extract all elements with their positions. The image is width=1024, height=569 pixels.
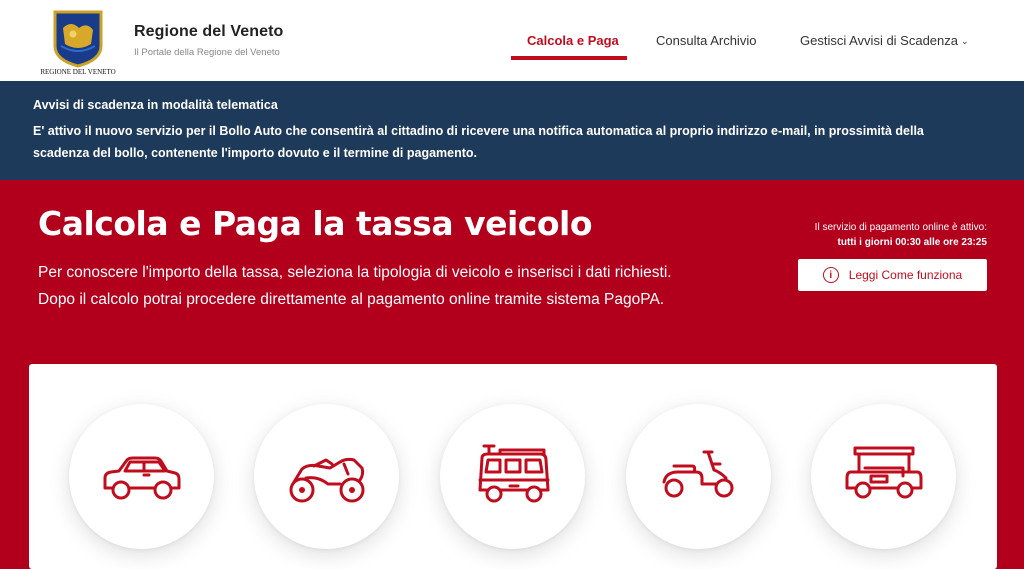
- service-hours: tutti i giorni 00:30 alle ore 23:25: [837, 237, 988, 248]
- hero-description-line: Dopo il calcolo potrai procedere diretta…: [38, 291, 665, 308]
- notice-text: E' attivo il nuovo servizio per il Bollo…: [33, 124, 924, 160]
- scooter-icon: [662, 450, 733, 497]
- how-it-works-button[interactable]: i Leggi Come funziona: [798, 259, 987, 291]
- vehicle-option-motorcycle[interactable]: [254, 404, 399, 549]
- motorcycle-icon: [289, 457, 364, 502]
- site-subtitle: Il Portale della Regione del Veneto: [134, 47, 280, 58]
- hero-description-line: Per conoscere l'importo della tassa, sel…: [38, 264, 672, 281]
- page-title: Calcola e Paga la tassa veicolo: [38, 204, 593, 243]
- chevron-down-icon: ⌄: [961, 36, 969, 46]
- vehicle-option-car[interactable]: [69, 404, 214, 549]
- nav-calcola-e-paga-label: Calcola e Paga: [527, 33, 619, 48]
- service-status-label: Il servizio di pagamento online è attivo…: [814, 222, 987, 233]
- vehicle-option-scooter[interactable]: [626, 404, 771, 549]
- nav-consulta-archivio[interactable]: Consulta Archivio: [656, 33, 756, 48]
- info-icon: i: [822, 267, 839, 283]
- site-title[interactable]: Regione del Veneto: [134, 23, 283, 41]
- nav-calcola-e-paga[interactable]: Calcola e Paga: [527, 33, 619, 48]
- site-header: REGIONE DEL VENETO Regione del Veneto Il…: [0, 0, 1024, 81]
- notice-title: Avvisi di scadenza in modalità telematic…: [33, 98, 278, 112]
- nav-consulta-archivio-label: Consulta Archivio: [656, 33, 757, 48]
- vehicle-type-panel: [29, 364, 997, 569]
- camper-van-icon: [478, 444, 549, 502]
- how-it-works-label: Leggi Come funziona: [848, 268, 963, 282]
- svg-text:REGIONE DEL VENETO: REGIONE DEL VENETO: [40, 68, 115, 76]
- nav-gestisci-avvisi-label: Gestisci Avvisi di Scadenza: [800, 33, 958, 48]
- vehicle-option-camper[interactable]: [440, 404, 585, 549]
- nav-active-indicator: [511, 56, 627, 60]
- regione-veneto-logo[interactable]: REGIONE DEL VENETO: [33, 8, 123, 76]
- notice-banner: Avvisi di scadenza in modalità telematic…: [0, 81, 1024, 180]
- golf-cart-icon: [845, 446, 922, 498]
- vehicle-option-golf-cart[interactable]: [811, 404, 956, 549]
- car-icon: [103, 456, 180, 499]
- nav-gestisci-avvisi[interactable]: Gestisci Avvisi di Scadenza ⌄: [800, 33, 969, 48]
- hero-description: Per conoscere l'importo della tassa, sel…: [38, 259, 778, 313]
